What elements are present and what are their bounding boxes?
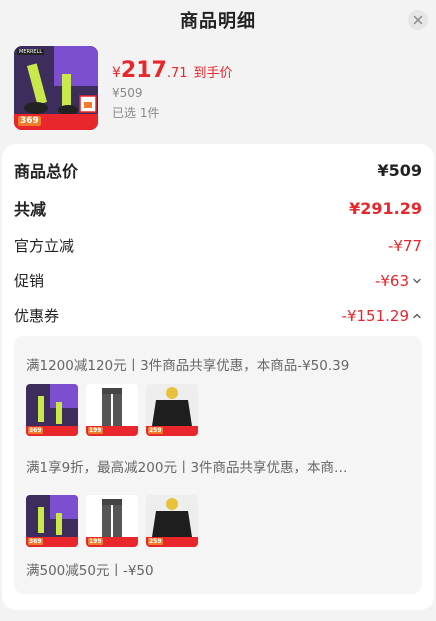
coupon-label: 优惠券 xyxy=(14,307,60,325)
coupon-1-products: 369 199 259 xyxy=(26,384,198,436)
close-icon xyxy=(413,15,423,25)
coupon-product-thumbnail[interactable]: 259 xyxy=(146,495,198,547)
close-button[interactable] xyxy=(408,10,428,30)
official-discount-value: -¥77 xyxy=(387,236,422,255)
coupon-detail-3: 满500减50元丨-¥50 xyxy=(26,563,154,579)
coupon-2-products: 369 199 259 xyxy=(26,495,198,547)
coupon-detail-2: 满1享9折，最高减200元丨3件商品共享优惠，本商… xyxy=(26,460,348,476)
coupon-product-thumbnail[interactable]: 369 xyxy=(26,495,78,547)
price-decimal: .71 xyxy=(166,66,188,81)
total-discount-row: 共减 ¥291.29 xyxy=(14,196,422,220)
product-price-badge: 369 xyxy=(18,116,41,126)
original-price: ¥509 xyxy=(112,86,143,100)
coupon-product-price-badge: 369 xyxy=(28,538,43,545)
coupon-details: 满1200减120元丨3件商品共享优惠，本商品-¥50.39 369 199 2… xyxy=(14,336,422,594)
sheet-header: 商品明细 xyxy=(0,0,436,40)
coupon-product-price-badge: 199 xyxy=(88,538,103,545)
promotion-value: -¥63 xyxy=(374,271,409,290)
coupon-row[interactable]: 优惠券 -¥151.29 xyxy=(14,305,422,326)
coupon-product-thumbnail[interactable]: 369 xyxy=(26,384,78,436)
chevron-down-icon[interactable] xyxy=(412,276,422,286)
selected-count: 已选 1件 xyxy=(112,106,160,120)
total-discount-value: ¥291.29 xyxy=(349,198,422,218)
final-price: ¥ 217 .71 到手价 xyxy=(112,58,233,83)
total-price-value: ¥509 xyxy=(377,160,422,180)
price-integer: 217 xyxy=(120,58,167,83)
price-currency: ¥ xyxy=(112,65,121,81)
promotion-label: 促销 xyxy=(14,272,45,290)
product-thumbnail[interactable]: MERRELL 369 xyxy=(14,46,98,130)
price-suffix: 到手价 xyxy=(193,66,233,81)
promotion-row[interactable]: 促销 -¥63 xyxy=(14,270,422,291)
total-discount-label: 共减 xyxy=(14,200,47,219)
official-discount-label: 官方立减 xyxy=(14,237,75,255)
coupon-detail-1: 满1200减120元丨3件商品共享优惠，本商品-¥50.39 xyxy=(26,358,350,374)
total-price-label: 商品总价 xyxy=(14,162,79,181)
coupon-product-price-badge: 259 xyxy=(148,538,163,545)
chevron-up-icon[interactable] xyxy=(412,311,422,321)
sheet-title: 商品明细 xyxy=(180,11,256,32)
coupon-product-price-badge: 199 xyxy=(88,427,103,434)
product-summary: MERRELL 369 ¥ 217 .71 到手价 ¥509 已选 1件 xyxy=(14,46,424,130)
official-discount-row: 官方立减 -¥77 xyxy=(14,235,422,256)
coupon-product-thumbnail[interactable]: 259 xyxy=(146,384,198,436)
coupon-product-thumbnail[interactable]: 199 xyxy=(86,495,138,547)
coupon-product-price-badge: 369 xyxy=(28,427,43,434)
total-price-row: 商品总价 ¥509 xyxy=(14,158,422,182)
price-breakdown-card: 商品总价 ¥509 共减 ¥291.29 官方立减 -¥77 促销 -¥63 优… xyxy=(2,144,434,610)
product-brand-mark: MERRELL xyxy=(17,49,45,55)
coupon-product-thumbnail[interactable]: 199 xyxy=(86,384,138,436)
coupon-product-price-badge: 259 xyxy=(148,427,163,434)
coupon-value: -¥151.29 xyxy=(341,306,409,325)
